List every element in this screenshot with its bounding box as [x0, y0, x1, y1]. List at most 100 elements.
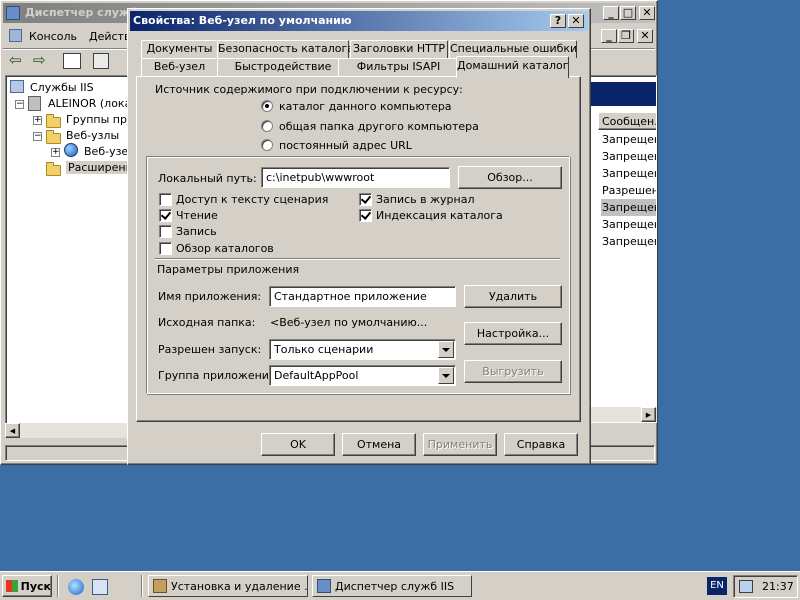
- export-list-icon[interactable]: [93, 53, 109, 69]
- list-item[interactable]: Запрещено: [601, 233, 656, 250]
- tree-item-websites[interactable]: Веб-узлы: [66, 129, 119, 142]
- checkbox-directory-browsing-label[interactable]: Обзор каталогов: [176, 242, 274, 255]
- checkbox-index-resource-label[interactable]: Индексация каталога: [376, 209, 503, 222]
- default-site-expand-toggle[interactable]: +: [51, 148, 60, 157]
- list-column-header-label: Сообщен...: [602, 114, 656, 128]
- tree-item-extensions[interactable]: Расширения: [66, 161, 128, 174]
- dialog-titlebar[interactable]: Свойства: Веб-узел по умолчанию ? ✕: [130, 11, 588, 31]
- local-path-input[interactable]: c:\inetpub\wwwroot: [261, 167, 450, 188]
- tab-http-headers[interactable]: Заголовки HTTP: [350, 40, 448, 58]
- mdi-minimize-button[interactable]: _: [601, 29, 617, 43]
- globe-icon: [64, 143, 78, 157]
- tree-scroll-left-button[interactable]: ◀: [5, 423, 20, 438]
- tree-item-app-pools[interactable]: Группы при: [66, 113, 128, 126]
- list-item-selected[interactable]: Запрещено: [601, 199, 656, 216]
- explorer-icon[interactable]: [92, 579, 108, 595]
- list-item[interactable]: Запрещено: [601, 148, 656, 165]
- checkbox-write-label[interactable]: Запись: [176, 225, 217, 238]
- help-button[interactable]: Справка: [504, 433, 578, 456]
- iis-manager-task-icon: [317, 579, 331, 593]
- menu-console[interactable]: Консоль: [29, 30, 77, 43]
- websites-folder-icon: [46, 130, 61, 144]
- checkbox-read-label[interactable]: Чтение: [176, 209, 218, 222]
- list-blue-header: [580, 82, 656, 106]
- checkbox-read[interactable]: [159, 209, 172, 222]
- checkbox-log-visits-label[interactable]: Запись в журнал: [376, 193, 475, 206]
- checkbox-write[interactable]: [159, 225, 172, 238]
- cancel-button[interactable]: Отмена: [342, 433, 416, 456]
- checkbox-index-resource[interactable]: [359, 209, 372, 222]
- task-button-iis-manager[interactable]: Диспетчер служб IIS: [312, 575, 472, 597]
- tree-pane: Службы IIS − ALEINOR (локал + Группы при…: [5, 75, 129, 437]
- list-item[interactable]: Запрещено: [601, 131, 656, 148]
- server-collapse-toggle[interactable]: −: [15, 100, 24, 109]
- list-item[interactable]: Запрещено: [601, 216, 656, 233]
- start-button-label: Пуск: [20, 579, 51, 593]
- forward-arrow-icon[interactable]: ⇨: [33, 51, 46, 69]
- execute-permissions-select[interactable]: Только сценарии: [269, 339, 456, 360]
- start-folder-value: <Веб-узел по умолчанию...: [270, 316, 428, 329]
- tab-documents[interactable]: Документы: [141, 40, 218, 58]
- local-path-label: Локальный путь:: [158, 172, 257, 185]
- app-pool-select[interactable]: DefaultAppPool: [269, 365, 456, 386]
- taskbar: Пуск Установка и удаление ... Диспетчер …: [0, 571, 800, 600]
- internet-explorer-icon[interactable]: [68, 579, 84, 595]
- iis-maximize-button[interactable]: □: [620, 6, 636, 20]
- windows-logo-icon: [6, 580, 18, 592]
- tab-isapi-filters[interactable]: Фильтры ISAPI: [338, 58, 459, 76]
- close-title-button[interactable]: ✕: [568, 14, 584, 28]
- app-params-label: Параметры приложения: [157, 263, 300, 276]
- ok-button[interactable]: OK: [261, 433, 335, 456]
- app-pools-expand-toggle[interactable]: +: [33, 116, 42, 125]
- chevron-down-icon[interactable]: [438, 367, 454, 384]
- network-icon[interactable]: [739, 580, 753, 593]
- checkbox-script-source-access-label[interactable]: Доступ к тексту сценария: [176, 193, 328, 206]
- task-button-add-remove-programs[interactable]: Установка и удаление ...: [148, 575, 308, 597]
- radio-redirect-url[interactable]: [261, 139, 273, 151]
- apply-button[interactable]: Применить: [423, 433, 497, 456]
- iis-minimize-button[interactable]: _: [603, 6, 619, 20]
- mdi-restore-button[interactable]: ❐: [618, 29, 634, 43]
- quicklaunch-separator: [57, 575, 59, 597]
- execute-permissions-value: Только сценарии: [274, 343, 374, 356]
- tree-item-server[interactable]: ALEINOR (локал: [48, 97, 128, 110]
- back-arrow-icon[interactable]: ⇦: [9, 51, 22, 69]
- list-column-header[interactable]: Сообщен...: [598, 112, 656, 130]
- checkbox-directory-browsing[interactable]: [159, 242, 172, 255]
- menu-action[interactable]: Действ: [89, 30, 130, 43]
- clock[interactable]: 21:37: [762, 580, 794, 593]
- mdi-close-button[interactable]: ✕: [637, 29, 653, 43]
- websites-collapse-toggle[interactable]: −: [33, 132, 42, 141]
- checkbox-script-source-access[interactable]: [159, 193, 172, 206]
- show-tree-icon[interactable]: [63, 53, 81, 69]
- list-item[interactable]: Запрещено: [601, 165, 656, 182]
- checkbox-log-visits[interactable]: [359, 193, 372, 206]
- start-folder-label: Исходная папка:: [158, 316, 256, 329]
- tree-item-default-site[interactable]: Веб-узел: [84, 145, 128, 158]
- browse-button[interactable]: Обзор...: [458, 166, 562, 189]
- radio-this-computer-label[interactable]: каталог данного компьютера: [279, 100, 452, 113]
- unload-button[interactable]: Выгрузить: [464, 360, 562, 383]
- tab-website[interactable]: Веб-узел: [141, 58, 218, 76]
- tab-performance[interactable]: Быстродействие: [217, 58, 349, 76]
- radio-redirect-url-label[interactable]: постоянный адрес URL: [279, 139, 412, 152]
- app-name-input[interactable]: Стандартное приложение: [269, 286, 456, 307]
- help-title-button[interactable]: ?: [550, 14, 566, 28]
- radio-share-other-computer[interactable]: [261, 120, 273, 132]
- properties-dialog: Свойства: Веб-узел по умолчанию ? ✕ Доку…: [127, 8, 591, 465]
- tab-home-directory[interactable]: Домашний каталог: [456, 56, 569, 78]
- extensions-folder-icon: [46, 162, 61, 176]
- list-item[interactable]: Разрешено: [601, 182, 656, 199]
- iis-close-button[interactable]: ✕: [639, 6, 655, 20]
- language-indicator[interactable]: EN: [707, 577, 727, 595]
- remove-button[interactable]: Удалить: [464, 285, 562, 308]
- radio-share-other-computer-label[interactable]: общая папка другого компьютера: [279, 120, 479, 133]
- configuration-button[interactable]: Настройка...: [464, 322, 562, 345]
- tree-scrollbar[interactable]: ◀: [5, 423, 129, 438]
- start-button[interactable]: Пуск: [2, 575, 52, 597]
- tree-item-iis-services[interactable]: Службы IIS: [30, 81, 94, 94]
- radio-this-computer[interactable]: [261, 100, 273, 112]
- chevron-down-icon[interactable]: [438, 341, 454, 358]
- list-scroll-right-button[interactable]: ▶: [641, 407, 656, 422]
- tab-directory-security[interactable]: Безопасность каталога: [217, 40, 354, 58]
